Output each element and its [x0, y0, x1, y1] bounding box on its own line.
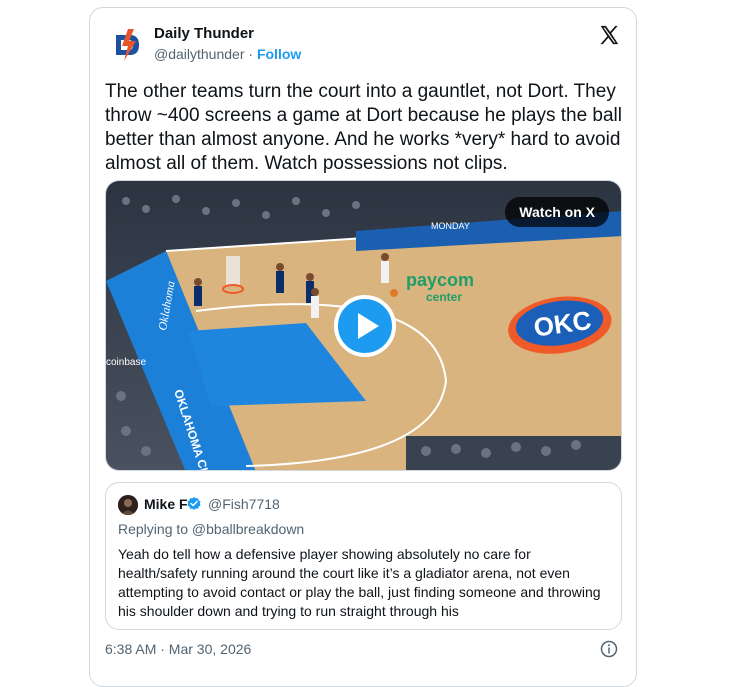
- separator-dot: ·: [248, 46, 254, 62]
- court-sponsor-text: paycom: [406, 270, 474, 290]
- author-name[interactable]: Daily Thunder: [154, 25, 254, 42]
- avatar-image: [118, 495, 138, 515]
- ad-board-text: MONDAY: [431, 221, 470, 231]
- follow-button[interactable]: Follow: [257, 46, 301, 62]
- left-ad-text: coinbase: [106, 357, 146, 368]
- tweet-text: The other teams turn the court into a ga…: [105, 81, 622, 174]
- watch-on-x-button[interactable]: Watch on X: [505, 197, 609, 227]
- author-handle-line: @dailythunder · Follow: [154, 46, 301, 62]
- x-logo-icon[interactable]: [598, 24, 620, 46]
- quote-author-name[interactable]: Mike F: [144, 496, 188, 512]
- author-handle[interactable]: @dailythunder: [154, 46, 245, 62]
- play-icon: [358, 313, 379, 339]
- daily-thunder-logo-icon: [108, 25, 148, 65]
- tweet-timestamp[interactable]: 6:38 AM · Mar 30, 2026: [105, 641, 251, 657]
- author-avatar[interactable]: [108, 25, 148, 65]
- quote-author-handle[interactable]: @Fish7718: [208, 496, 280, 512]
- play-button[interactable]: [334, 295, 396, 357]
- verified-badge-icon: [187, 497, 201, 510]
- info-icon[interactable]: [600, 640, 618, 658]
- court-center-text: center: [426, 290, 462, 304]
- video-player[interactable]: OKC paycom center MONDAY coinbase OKLAHO…: [105, 180, 622, 471]
- quote-text: Yeah do tell how a defensive player show…: [118, 546, 601, 619]
- tweet-header: Daily Thunder @dailythunder · Follow: [90, 8, 636, 78]
- replying-to-text: Replying to @bballbreakdown: [118, 521, 305, 537]
- quoted-tweet[interactable]: Mike F @Fish7718 Replying to @bballbreak…: [105, 482, 622, 630]
- tweet-card[interactable]: Daily Thunder @dailythunder · Follow The…: [89, 7, 637, 687]
- quote-author-avatar[interactable]: [118, 495, 138, 515]
